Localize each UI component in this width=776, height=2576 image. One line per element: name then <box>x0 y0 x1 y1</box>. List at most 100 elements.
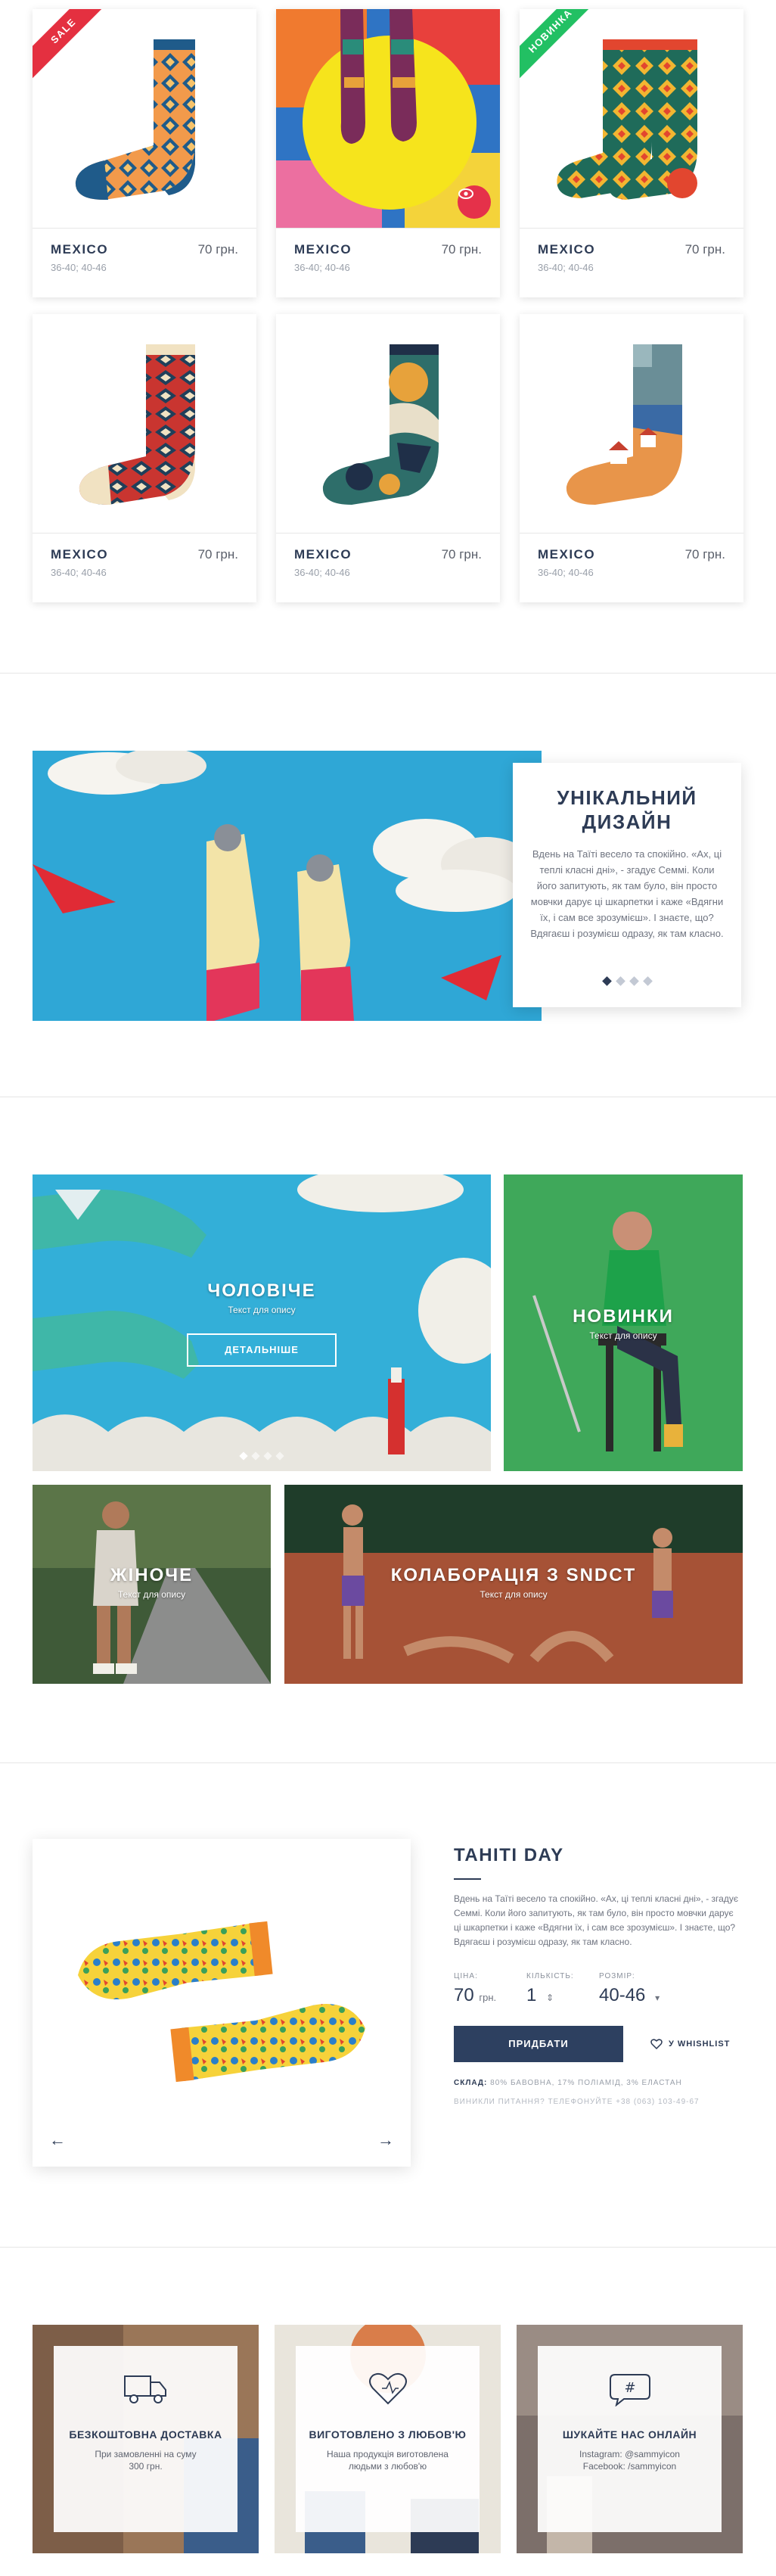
category-women[interactable]: ЖІНОЧЕ Текст для опису <box>33 1485 271 1684</box>
size-select[interactable]: 40-46 ▾ <box>599 1985 672 2006</box>
product-sizes: 36-40; 40-46 <box>538 262 594 273</box>
prev-arrow-icon[interactable]: ← <box>49 2130 66 2150</box>
slider-dot[interactable] <box>239 1451 248 1461</box>
product-card[interactable]: НОВИНКА MEXICO 70 грн. 36-40; 40-46 <box>520 9 743 297</box>
features-section: БЕЗКОШТОВНА ДОСТАВКА При замовленні на с… <box>0 2248 776 2573</box>
product-description: Вдень на Таїті весело та спокійно. «Ах, … <box>454 1893 738 1947</box>
product-sizes: 36-40; 40-46 <box>51 262 107 273</box>
feature-title: ШУКАЙТЕ НАС ОНЛАЙН <box>562 2428 697 2441</box>
category-subtitle: Текст для опису <box>117 1589 186 1600</box>
slider-dot[interactable] <box>251 1451 260 1461</box>
eye-icon <box>458 188 473 199</box>
details-button[interactable]: ДЕТАЛЬНІШЕ <box>187 1333 337 1367</box>
product-card[interactable]: MEXICO 70 грн. 36-40; 40-46 <box>276 314 500 602</box>
feature-card: БЕЗКОШТОВНА ДОСТАВКА При замовленні на с… <box>54 2346 237 2532</box>
product-image[interactable]: НОВИНКА <box>520 9 743 229</box>
price-label: ЦІНА: <box>454 1972 478 1980</box>
paper-clouds-photo <box>33 751 542 1021</box>
size-label: РОЗМІР: <box>599 1972 635 1980</box>
buy-button[interactable]: ПРИДБАТИ <box>454 2026 623 2062</box>
tahiti-sock-illustration <box>78 1921 365 2083</box>
product-detail-info: TAHITI DAY Вдень на Таїті весело та спок… <box>454 1845 741 2106</box>
product-composition: СКЛАД: 80% БАВОВНА, 17% ПОЛІАМІД, 3% ЕЛА… <box>454 2079 682 2087</box>
product-image[interactable]: SALE <box>33 9 256 229</box>
product-card[interactable]: SALE MEXICO 70 грн. 36-40; 40-46 <box>33 9 256 297</box>
category-subtitle: Текст для опису <box>480 1589 548 1600</box>
product-price: 70 грн. <box>684 547 725 562</box>
product-detail-image[interactable]: ← → <box>33 1839 411 2167</box>
quick-view-button[interactable] <box>458 185 491 219</box>
product-price: 70 грн. <box>441 242 482 257</box>
product-card[interactable]: MEXICO 70 грн. 36-40; 40-46 <box>33 314 256 602</box>
category-title: НОВИНКИ <box>573 1306 674 1327</box>
title-underline <box>454 1878 481 1880</box>
product-sizes: 36-40; 40-46 <box>294 262 350 273</box>
product-sizes: 36-40; 40-46 <box>294 567 350 578</box>
slider-dot[interactable] <box>263 1451 272 1461</box>
feature-title: БЕЗКОШТОВНА ДОСТАВКА <box>69 2428 222 2441</box>
heart-icon <box>368 2372 407 2405</box>
buy-row: ПРИДБАТИ У WHISHLIST <box>454 2026 741 2062</box>
slider-dots <box>513 976 741 986</box>
category-collab[interactable]: КОЛАБОРАЦІЯ З SNDCT Текст для опису <box>284 1485 743 1684</box>
feature-title: ВИГОТОВЛЕНО З ЛЮБОВ'Ю <box>309 2428 467 2441</box>
next-arrow-icon[interactable]: → <box>377 2130 394 2150</box>
size-option[interactable]: РОЗМІР: 40-46 ▾ <box>599 1972 672 2006</box>
feature-card: ВИГОТОВЛЕНО З ЛЮБОВ'Ю Наша продукція виг… <box>296 2346 480 2532</box>
wishlist-button[interactable]: У WHISHLIST <box>650 2039 730 2049</box>
sock-illustration <box>79 344 196 505</box>
feature-find-online: # ШУКАЙТЕ НАС ОНЛАЙН Instagram: @sammyic… <box>517 2325 743 2553</box>
category-men[interactable]: ЧОЛОВІЧЕ Текст для опису ДЕТАЛЬНІШЕ <box>33 1174 491 1471</box>
categories-section: ЧОЛОВІЧЕ Текст для опису ДЕТАЛЬНІШЕ НОВИ… <box>0 1097 776 1763</box>
quantity-option[interactable]: КІЛЬКІСТЬ: 1 ⇕ <box>526 1972 599 2006</box>
product-sizes: 36-40; 40-46 <box>51 567 107 578</box>
svg-text:#: # <box>624 2380 635 2396</box>
product-image[interactable] <box>520 314 743 534</box>
feature-text: Наша продукція виготовлена людьми з любо… <box>327 2449 449 2472</box>
chevron-down-icon[interactable]: ▾ <box>655 1993 660 2003</box>
men-category-photo <box>33 1174 491 1471</box>
slider-image[interactable] <box>33 751 542 1021</box>
product-image[interactable] <box>33 314 256 534</box>
hashtag-chat-icon: # <box>609 2374 650 2407</box>
product-price: 70 грн. <box>197 242 238 257</box>
category-title: ЧОЛОВІЧЕ <box>207 1280 316 1301</box>
slider-dot[interactable] <box>642 976 653 986</box>
product-price: 70 грн. <box>441 547 482 562</box>
unique-text: Вдень на Таїті весело та спокійно. «Ах, … <box>530 848 724 939</box>
product-price: 70 грн. <box>684 242 725 257</box>
quantity-label: КІЛЬКІСТЬ: <box>526 1972 574 1980</box>
unique-design-section: УНІКАЛЬНИЙ ДИЗАЙН Вдень на Таїті весело … <box>0 674 776 1097</box>
slider-dot[interactable] <box>601 976 612 986</box>
category-new[interactable]: НОВИНКИ Текст для опису <box>504 1174 743 1471</box>
product-options: ЦІНА: 70 грн. КІЛЬКІСТЬ: 1 ⇕ РОЗМІР: 40-… <box>454 1972 741 2006</box>
feature-free-delivery: БЕЗКОШТОВНА ДОСТАВКА При замовленні на с… <box>33 2325 259 2553</box>
category-subtitle: Текст для опису <box>228 1305 296 1315</box>
product-detail-section: ← → TAHITI DAY Вдень на Таїті весело та … <box>0 1763 776 2248</box>
unique-design-card: УНІКАЛЬНИЙ ДИЗАЙН Вдень на Таїті весело … <box>513 763 741 1007</box>
price-value: 70 грн. <box>454 1985 497 2005</box>
product-image[interactable] <box>276 9 500 229</box>
contact-phone: ВИНИКЛИ ПИТАННЯ? ТЕЛЕФОНУЙТЕ +38 (063) 1… <box>454 2098 700 2106</box>
stepper-arrows-icon[interactable]: ⇕ <box>546 1993 554 2003</box>
truck-icon <box>123 2375 166 2403</box>
feature-made-with-love: ВИГОТОВЛЕНО З ЛЮБОВ'Ю Наша продукція виг… <box>275 2325 501 2553</box>
unique-title: УНІКАЛЬНИЙ ДИЗАЙН <box>557 786 697 833</box>
slider-dot[interactable] <box>275 1451 284 1461</box>
product-image[interactable] <box>276 314 500 534</box>
sock-illustration <box>322 344 439 505</box>
product-card[interactable]: MEXICO 70 грн. 36-40; 40-46 <box>276 9 500 297</box>
product-sizes: 36-40; 40-46 <box>538 567 594 578</box>
product-card[interactable]: MEXICO 70 грн. 36-40; 40-46 <box>520 314 743 602</box>
slider-dots <box>33 1451 491 1461</box>
quantity-stepper[interactable]: 1 ⇕ <box>526 1985 599 2006</box>
product-price: 70 грн. <box>197 547 238 562</box>
category-subtitle: Текст для опису <box>589 1330 657 1341</box>
feature-text: Instagram: @sammyicon Facebook: /sammyic… <box>579 2449 680 2472</box>
product-title: TAHITI DAY <box>454 1845 564 1865</box>
product-grid: SALE MEXICO 70 грн. 36-40; 40-46 MEXICO … <box>0 0 776 674</box>
category-title: КОЛАБОРАЦІЯ З SNDCT <box>390 1565 637 1585</box>
slider-dot[interactable] <box>629 976 639 986</box>
feature-text: При замовленні на суму 300 грн. <box>95 2449 197 2472</box>
slider-dot[interactable] <box>615 976 625 986</box>
